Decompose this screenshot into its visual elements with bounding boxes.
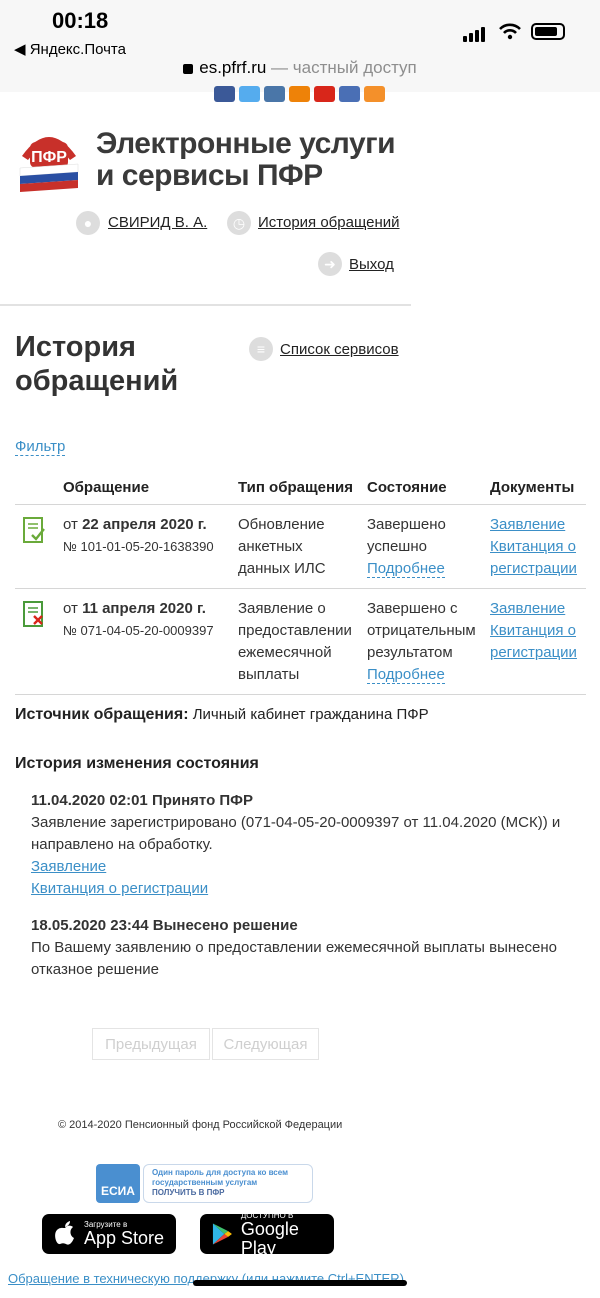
user-avatar-icon: ● [76,211,100,235]
event-heading: 11.04.2020 02:01 Принято ПФР [31,792,253,809]
livejournal-icon[interactable] [339,86,360,102]
details-link[interactable]: Подробнее [367,665,445,684]
logout-icon: ➜ [318,252,342,276]
list-menu-icon: ≡ [249,337,273,361]
request-status: Завершено успешно [367,515,446,555]
youtube-icon[interactable] [314,86,335,102]
document-application-link[interactable]: Заявление [490,600,565,617]
history-clock-icon: ◷ [227,211,251,235]
document-receipt-link[interactable]: Квитанция о регистрации [490,538,577,577]
event-heading: 18.05.2020 23:44 Вынесено решение [31,917,298,934]
facebook-icon[interactable] [214,86,235,102]
event-text: Заявление зарегистрировано (071-04-05-20… [31,814,561,853]
history-event: 11.04.2020 02:01 Принято ПФР Заявление з… [31,790,586,900]
page-title: История обращений [15,331,179,397]
request-date: 22 апреля 2020 г. [82,515,207,533]
request-date: 11 апреля 2020 г. [82,599,206,617]
rss-icon[interactable] [364,86,385,102]
copyright: © 2014-2020 Пенсионный фонд Российской Ф… [58,1119,343,1131]
vk-icon[interactable] [264,86,285,102]
google-play-button[interactable]: ДОСТУПНО В Google Play [200,1211,334,1257]
prev-page-button[interactable]: Предыдущая [92,1028,210,1060]
esia-banner[interactable]: Один пароль для доступа ко всем государс… [143,1164,313,1203]
requests-table: Обращение Тип обращения Состояние Докуме… [15,472,586,695]
social-links [214,86,385,104]
filter-toggle[interactable]: Фильтр [15,438,66,456]
details-link[interactable]: Подробнее [367,559,445,578]
request-type: Обновление анкетных данных ИЛС [238,504,367,589]
twitter-icon[interactable] [239,86,260,102]
history-event: 18.05.2020 23:44 Вынесено решение По Ваш… [31,915,586,981]
back-to-app-link[interactable]: ◀ Яндекс.Почта [14,40,126,58]
home-indicator[interactable] [193,1280,407,1286]
table-header-row: Обращение Тип обращения Состояние Докуме… [15,472,586,505]
lock-icon [183,63,194,74]
col-request: Обращение [63,472,238,505]
google-play-icon [212,1223,232,1245]
status-history-title: История изменения состояния [15,755,259,772]
request-number: № 101-01-05-20-1638390 [63,538,214,554]
header-divider [0,304,411,306]
logout-link[interactable]: Выход [349,256,394,273]
table-row: от 11 апреля 2020 г. № 071-04-05-20-0009… [15,588,586,695]
col-documents: Документы [490,472,586,505]
request-status: Завершено с отрицательным результатом [367,599,476,661]
site-title: Электронные услуги и сервисы ПФР [96,127,396,192]
battery-icon [531,23,565,40]
pfr-logo-icon[interactable]: ПФР [14,120,84,192]
odnoklassniki-icon[interactable] [289,86,310,102]
event-text: По Вашему заявлению о предоставлении еже… [31,939,557,978]
esia-badge[interactable]: ЕСИА [96,1164,140,1203]
history-link[interactable]: История обращений [258,214,400,231]
table-row: от 22 апреля 2020 г. № 101-01-05-20-1638… [15,504,586,589]
signal-icon [463,24,487,42]
svg-text:ПФР: ПФР [31,149,67,166]
document-application-link[interactable]: Заявление [490,516,565,533]
request-source: Источник обращения: Личный кабинет гражд… [15,706,429,723]
request-rejected-icon [23,600,43,627]
document-receipt-link[interactable]: Квитанция о регистрации [490,622,577,661]
col-type: Тип обращения [238,472,367,505]
next-page-button[interactable]: Следующая [212,1028,319,1060]
event-receipt-link[interactable]: Квитанция о регистрации [31,880,208,897]
col-status: Состояние [367,472,490,505]
wifi-icon [499,23,521,40]
app-store-button[interactable]: Загрузите в App Store [42,1214,176,1254]
request-number: № 071-04-05-20-0009397 [63,622,214,638]
url-domain: es.pfrf.ru [199,58,267,77]
request-completed-icon [23,516,45,543]
apple-icon [55,1221,74,1245]
status-time: 00:18 [52,8,109,33]
address-bar[interactable]: es.pfrf.ru — частный доступ [0,58,600,78]
event-application-link[interactable]: Заявление [31,858,106,875]
request-type: Заявление о предоставлении ежемесячной в… [238,588,367,695]
user-name-link[interactable]: СВИРИД В. А. [108,214,207,231]
privacy-label: частный доступ [292,58,417,77]
services-list-link[interactable]: Список сервисов [280,341,399,358]
